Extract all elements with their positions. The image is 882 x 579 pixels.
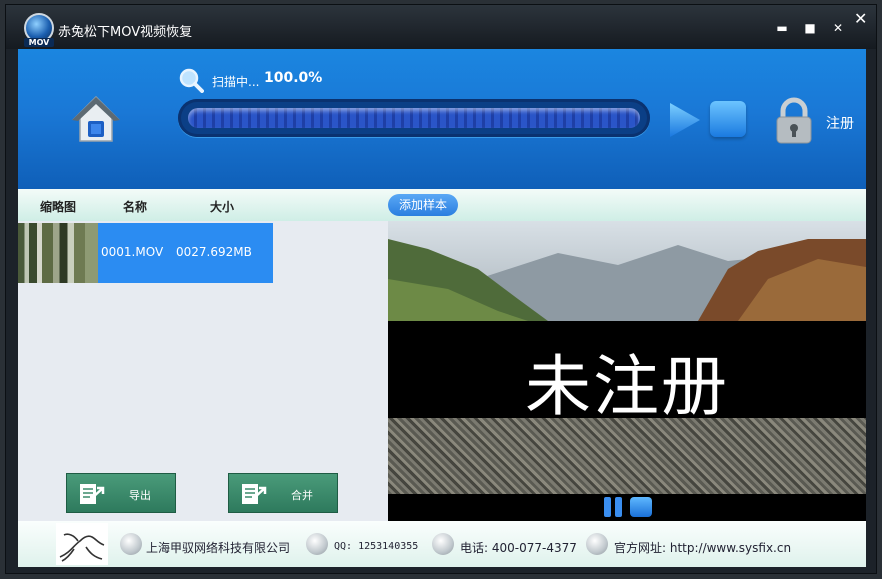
minimize-button[interactable]: ▬	[772, 20, 792, 36]
column-size[interactable]: 大小	[210, 198, 234, 215]
app-window: MOV 赤兔松下MOV视频恢复 ▬ ■ ✕ ✕ 扫描中... 100.0% 注册…	[5, 4, 877, 574]
qq-number: QQ: 1253140355	[334, 541, 419, 552]
lock-icon[interactable]	[774, 97, 814, 145]
close-button[interactable]: ✕	[854, 9, 867, 28]
pause-icon[interactable]	[602, 497, 624, 517]
globe-icon	[586, 533, 608, 555]
close-small-button[interactable]: ✕	[828, 20, 848, 36]
magnifier-icon	[179, 68, 204, 93]
scan-status-label: 扫描中...	[212, 75, 260, 89]
app-logo-icon: MOV	[24, 13, 54, 47]
website-link[interactable]: 官方网址: http://www.sysfix.cn	[614, 539, 791, 556]
sample-toolbar: 添加样本	[388, 189, 866, 222]
video-thumbnail	[18, 223, 98, 283]
export-button[interactable]: 导出	[66, 473, 176, 513]
scan-progress-fill	[188, 108, 640, 128]
preview-landscape	[388, 239, 866, 321]
column-thumbnail[interactable]: 缩略图	[40, 198, 76, 215]
export-icon	[80, 484, 105, 504]
company-name: 上海甲驭网络科技有限公司	[146, 541, 291, 555]
title-bar: MOV 赤兔松下MOV视频恢复 ▬ ■ ✕ ✕	[6, 5, 876, 49]
video-preview: 未注册	[388, 221, 866, 521]
window-title: 赤兔松下MOV视频恢复	[58, 25, 193, 40]
building-icon	[120, 533, 142, 555]
column-name[interactable]: 名称	[123, 198, 147, 215]
scan-progress-bar	[178, 99, 650, 137]
unregistered-watermark: 未注册	[525, 348, 729, 425]
file-list-header: 缩略图 名称 大小	[18, 189, 388, 222]
table-row[interactable]: 0001.MOV 0027.692MB	[18, 223, 273, 283]
merge-button[interactable]: 合并	[228, 473, 338, 513]
export-label: 导出	[129, 489, 151, 502]
register-button[interactable]: 注册	[826, 113, 854, 133]
add-sample-button[interactable]: 添加样本	[388, 194, 458, 216]
stop-icon[interactable]	[710, 101, 746, 137]
app-logo-text: MOV	[24, 38, 54, 47]
footer-bar: 上海甲驭网络科技有限公司 QQ: 1253140355 电话: 400-077-…	[18, 521, 866, 567]
merge-icon	[242, 484, 267, 504]
home-icon[interactable]	[70, 93, 122, 145]
qq-icon	[306, 533, 328, 555]
header-panel: 扫描中... 100.0% 注册	[18, 49, 866, 189]
file-name-cell: 0001.MOV	[101, 245, 164, 259]
play-icon[interactable]	[668, 101, 702, 139]
preview-stop-icon[interactable]	[630, 497, 652, 517]
phone-number: 电话: 400-077-4377	[460, 541, 577, 555]
maximize-button[interactable]: ■	[800, 20, 820, 36]
scan-percent: 100.0%	[264, 70, 323, 86]
horse-logo-icon	[56, 523, 108, 565]
file-size-cell: 0027.692MB	[176, 245, 252, 259]
preview-ground	[388, 418, 866, 494]
phone-icon	[432, 533, 454, 555]
merge-label: 合并	[291, 489, 313, 502]
